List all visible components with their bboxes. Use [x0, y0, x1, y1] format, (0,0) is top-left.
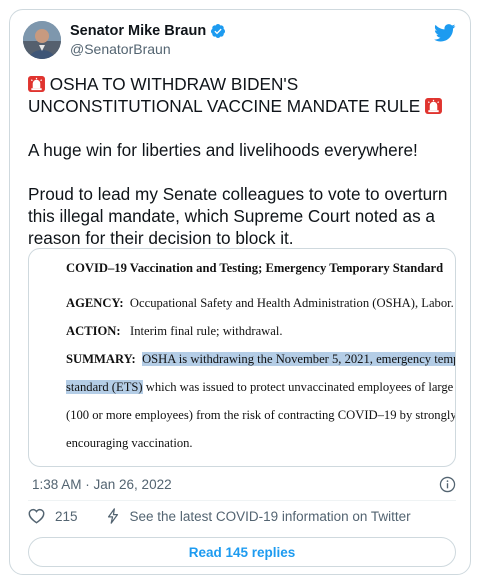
summary-line-2-rest: which was issued to protect unvaccinated…: [142, 380, 456, 394]
document-summary-line-4: encouraging vaccination.: [66, 436, 193, 450]
tweet-actions: 215 See the latest COVID-19 information …: [28, 508, 411, 524]
avatar-photo: [23, 21, 61, 59]
paragraph-3-line-3: reason for their decision to block it.: [28, 228, 294, 248]
like-count[interactable]: 215: [55, 509, 78, 524]
action-label: ACTION:: [66, 324, 121, 338]
agency-label: AGENCY:: [66, 296, 124, 310]
police-light-emoji-icon: [28, 76, 45, 92]
document-agency-line: AGENCY: Occupational Safety and Health A…: [66, 296, 454, 311]
verified-badge-icon: [211, 24, 226, 38]
paragraph-3-line-1: Proud to lead my Senate colleagues to vo…: [28, 184, 448, 204]
summary-label: SUMMARY:: [66, 352, 136, 366]
tweet-paragraph-3: Proud to lead my Senate colleagues to vo…: [28, 183, 458, 249]
info-icon[interactable]: [439, 476, 456, 493]
paragraph-3-line-2: this illegal mandate, which Supreme Cour…: [28, 206, 435, 226]
tweet-timestamp[interactable]: 1:38 AM · Jan 26, 2022: [32, 477, 172, 492]
lightning-icon: [107, 508, 118, 524]
agency-text: Occupational Safety and Health Administr…: [129, 296, 454, 310]
tweet-card: Senator Mike Braun @SenatorBraun OSHA TO…: [9, 9, 471, 575]
document-action-line: ACTION: Interim final rule; withdrawal.: [66, 324, 283, 339]
author-display-name[interactable]: Senator Mike Braun: [70, 23, 206, 39]
covid-info-link[interactable]: See the latest COVID-19 information on T…: [130, 509, 411, 524]
read-replies-button[interactable]: Read 145 replies: [28, 537, 456, 567]
divider: [28, 500, 456, 501]
twitter-bird-icon[interactable]: [434, 24, 456, 42]
author-handle[interactable]: @SenatorBraun: [70, 41, 171, 57]
avatar[interactable]: [23, 21, 61, 59]
document-summary-line: SUMMARY: OSHA is withdrawing the Novembe…: [66, 352, 455, 367]
heart-icon[interactable]: [28, 508, 45, 524]
tweet-text: OSHA TO WITHDRAW BIDEN'S UNCONSTITUTIONA…: [28, 73, 458, 249]
document-summary-line-3: (100 or more employees) from the risk of…: [66, 408, 456, 422]
headline-line-1: OSHA TO WITHDRAW BIDEN'S: [49, 74, 299, 94]
headline-line-2: UNCONSTITUTIONAL VACCINE MANDATE RULE: [28, 96, 421, 116]
author-name-row[interactable]: Senator Mike Braun: [70, 23, 226, 39]
tweet-paragraph-2: A huge win for liberties and livelihoods…: [28, 140, 418, 160]
tweet-paragraph-headline: OSHA TO WITHDRAW BIDEN'S UNCONSTITUTIONA…: [28, 73, 458, 117]
police-light-emoji-icon: [424, 98, 442, 114]
document-title: COVID–19 Vaccination and Testing; Emerge…: [66, 261, 444, 275]
action-text: Interim final rule; withdrawal.: [130, 324, 283, 338]
embedded-document-image[interactable]: COVID–19 Vaccination and Testing; Emerge…: [28, 248, 456, 467]
summary-highlight: OSHA is withdrawing the November 5, 2021…: [142, 352, 455, 366]
ets-highlight: standard (ETS): [66, 380, 143, 394]
document-summary-line-2: standard (ETS) which was issued to prote…: [66, 380, 456, 395]
